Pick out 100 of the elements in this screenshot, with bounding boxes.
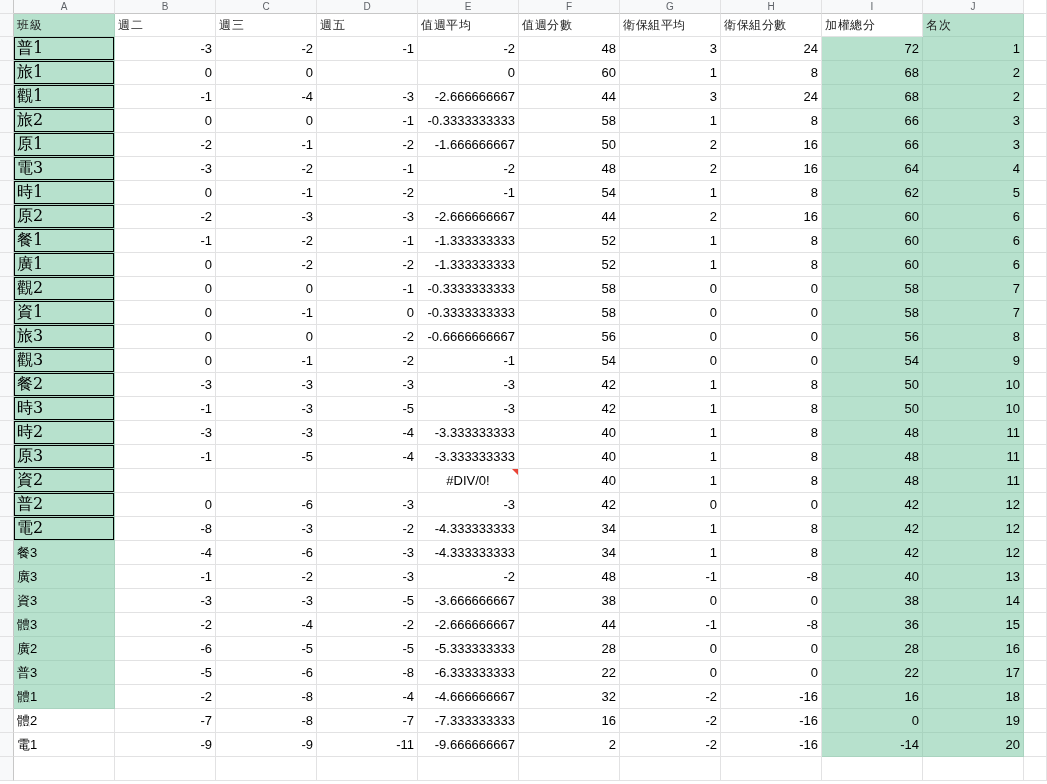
table-cell: -1: [115, 445, 216, 469]
class-cell: 旅1: [14, 61, 115, 85]
table-cell: 5: [923, 181, 1024, 205]
table-cell: 48: [822, 445, 923, 469]
table-cell: 8: [721, 421, 822, 445]
table-cell: 42: [519, 493, 620, 517]
empty-cell: [1024, 541, 1047, 565]
column-header[interactable]: I: [822, 0, 923, 14]
table-cell: 50: [822, 397, 923, 421]
column-header[interactable]: B: [115, 0, 216, 14]
empty-cell: [1024, 277, 1047, 301]
column-header[interactable]: H: [721, 0, 822, 14]
table-cell: 15: [923, 613, 1024, 637]
table-cell: 1: [620, 397, 721, 421]
table-cell: -3.333333333: [418, 445, 519, 469]
class-cell: 電3: [14, 157, 115, 181]
table-cell: 7: [923, 301, 1024, 325]
table-cell: 16: [721, 205, 822, 229]
column-header[interactable]: F: [519, 0, 620, 14]
table-cell: 8: [721, 229, 822, 253]
table-cell: 62: [822, 181, 923, 205]
table-cell: -0.6666666667: [418, 325, 519, 349]
empty-cell: [1024, 301, 1047, 325]
table-cell: 56: [822, 325, 923, 349]
table-cell: 58: [519, 109, 620, 133]
table-cell: 0: [721, 637, 822, 661]
column-header[interactable]: C: [216, 0, 317, 14]
table-cell: -9: [216, 733, 317, 757]
table-cell: 48: [822, 469, 923, 493]
table-cell: 8: [923, 325, 1024, 349]
table-cell: 0: [115, 109, 216, 133]
class-cell: 資2: [14, 469, 115, 493]
table-cell: 0: [822, 709, 923, 733]
table-cell: 18: [923, 685, 1024, 709]
table-cell: 0: [620, 493, 721, 517]
table-cell: -3: [317, 373, 418, 397]
empty-cell: [1024, 685, 1047, 709]
table-cell: 3: [620, 85, 721, 109]
table-cell: -4.333333333: [418, 517, 519, 541]
header-cell: 週五: [317, 14, 418, 37]
table-cell: -3: [115, 589, 216, 613]
table-cell: -1: [115, 397, 216, 421]
table-cell: -3: [317, 205, 418, 229]
empty-cell: [1024, 85, 1047, 109]
table-cell: 0: [115, 277, 216, 301]
table-cell: 60: [822, 205, 923, 229]
class-cell: 資3: [14, 589, 115, 613]
table-cell: -7: [317, 709, 418, 733]
empty-cell: [1024, 733, 1047, 757]
table-cell: 52: [519, 229, 620, 253]
column-header[interactable]: D: [317, 0, 418, 14]
table-cell: 42: [822, 493, 923, 517]
empty-cell: [1024, 661, 1047, 685]
table-cell: -8: [216, 685, 317, 709]
table-cell: -5: [216, 445, 317, 469]
table-cell: 40: [822, 565, 923, 589]
column-header[interactable]: G: [620, 0, 721, 14]
table-cell: -8: [721, 565, 822, 589]
column-header[interactable]: J: [923, 0, 1024, 14]
table-cell: -1: [216, 133, 317, 157]
table-cell: -9: [115, 733, 216, 757]
table-cell: 2: [519, 733, 620, 757]
column-header[interactable]: A: [14, 0, 115, 14]
empty-cell: [1024, 397, 1047, 421]
class-cell: 時3: [14, 397, 115, 421]
table-cell: -2: [216, 565, 317, 589]
table-cell: -16: [721, 685, 822, 709]
table-cell: -4.333333333: [418, 541, 519, 565]
table-cell: -3: [115, 157, 216, 181]
class-cell: 體2: [14, 709, 115, 733]
table-cell: 66: [822, 109, 923, 133]
table-cell: -7: [115, 709, 216, 733]
table-cell: 1: [620, 253, 721, 277]
table-cell: -1: [317, 157, 418, 181]
table-cell: -3: [216, 397, 317, 421]
class-cell: 體3: [14, 613, 115, 637]
table-cell: 0: [620, 277, 721, 301]
class-cell: 原1: [14, 133, 115, 157]
table-cell: 54: [519, 181, 620, 205]
table-cell: -1: [620, 565, 721, 589]
table-cell: -1: [216, 301, 317, 325]
column-header[interactable]: E: [418, 0, 519, 14]
table-cell: 16: [721, 133, 822, 157]
table-cell: -2: [317, 133, 418, 157]
table-cell: 34: [519, 541, 620, 565]
table-cell: -6: [216, 541, 317, 565]
table-cell: 2: [620, 133, 721, 157]
table-cell: 0: [115, 181, 216, 205]
table-cell: -3: [418, 493, 519, 517]
table-cell: 58: [519, 301, 620, 325]
empty-cell: [1024, 517, 1047, 541]
table-cell: -1: [115, 85, 216, 109]
table-cell: 11: [923, 421, 1024, 445]
empty-cell: [1024, 37, 1047, 61]
table-cell: -6: [216, 661, 317, 685]
empty-cell: [1024, 565, 1047, 589]
table-cell: 48: [519, 157, 620, 181]
table-cell: 8: [721, 445, 822, 469]
table-cell: 16: [519, 709, 620, 733]
table-cell: -3: [317, 493, 418, 517]
